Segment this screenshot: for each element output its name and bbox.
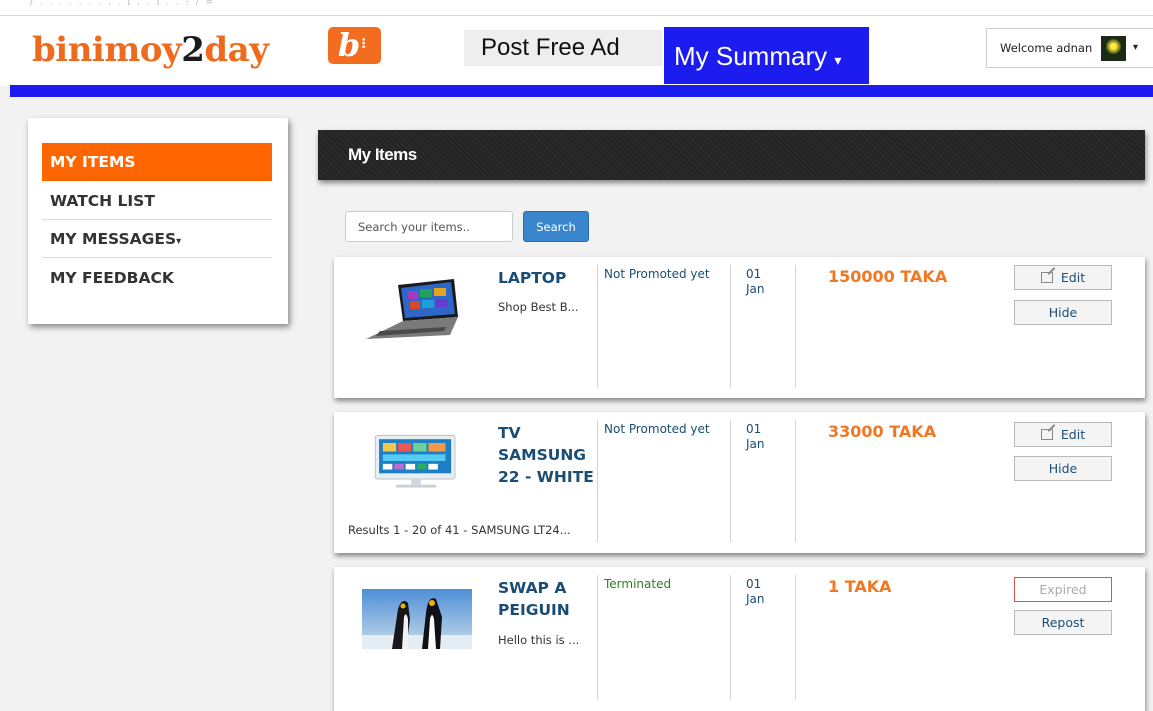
chevron-down-icon: ▾ [176,236,182,247]
item-description: Hello this is ... [498,633,580,647]
item-title[interactable]: SWAP A PEIGUIN [498,577,594,621]
avatar [1101,36,1126,61]
edit-icon [1040,429,1053,440]
my-summary-label: My Summary [674,41,828,71]
hide-button[interactable]: Hide [1014,300,1112,325]
logo-text-3: day [204,30,269,70]
sidebar-item-my-feedback[interactable]: MY FEEDBACK [42,259,272,297]
hide-button[interactable]: Hide [1014,456,1112,481]
logo-text-1: binimoy [32,30,182,70]
search-input[interactable] [345,211,513,242]
chevron-down-icon: ▾ [1133,42,1139,53]
penguin-image [362,589,472,649]
logo-badge-glyph: b [337,26,361,64]
post-free-ad-link[interactable]: Post Free Ad [464,30,662,66]
sidebar-item-watch-list[interactable]: WATCH LIST [42,182,272,220]
sidebar: MY ITEMS WATCH LIST MY MESSAGES▾ MY FEED… [28,118,288,324]
tv-image [374,434,456,488]
item-price: 150000 TAKA [828,267,948,286]
item-card: SWAP A PEIGUIN Hello this is ... Termina… [334,567,1145,711]
site-logo[interactable]: binimoy2day [32,30,269,70]
status-badge: Terminated [604,577,672,591]
sidebar-item-my-messages[interactable]: MY MESSAGES▾ [42,220,272,258]
logo-text-2: 2 [181,30,205,70]
logo-badge-icon[interactable]: b⠇ [328,27,381,64]
edit-button[interactable]: Edit [1014,422,1112,447]
edit-label: Edit [1060,427,1086,442]
laptop-image [366,279,458,339]
item-price: 33000 TAKA [828,422,937,441]
search-button[interactable]: Search [523,211,589,242]
sidebar-item-label: MY MESSAGES [50,230,177,248]
status-badge: Not Promoted yet [604,267,710,281]
my-summary-menu[interactable]: My Summary ▾ [664,27,869,84]
welcome-text: Welcome adnan [1000,41,1093,55]
item-date: 01 Jan [746,267,765,296]
item-description: Results 1 - 20 of 41 - SAMSUNG LT24... [348,523,571,537]
sidebar-item-my-items[interactable]: MY ITEMS [42,143,272,181]
edit-button[interactable]: Edit [1014,265,1112,290]
repost-button[interactable]: Repost [1014,610,1112,635]
page-title: My Items [318,130,1145,180]
item-date: 01 Jan [746,422,765,451]
item-title[interactable]: LAPTOP [498,267,594,289]
item-title[interactable]: TV SAMSUNG 22 - WHITE [498,422,594,488]
item-price: 1 TAKA [828,577,892,596]
edit-label: Edit [1060,270,1086,285]
edit-icon [1040,272,1053,283]
expired-button[interactable]: Expired [1014,577,1112,602]
browser-strip: / . . . . . . . . . l . . l . . : / = [0,0,1153,16]
item-date: 01 Jan [746,577,765,606]
item-card: LAPTOP Shop Best B... Not Promoted yet 0… [334,257,1145,398]
user-menu[interactable]: Welcome adnan ▾ [986,28,1153,68]
site-header: binimoy2day b⠇ Post Free Ad My Summary ▾… [0,16,1153,86]
header-divider-bar [10,85,1153,97]
item-description: Shop Best B... [498,300,579,314]
status-badge: Not Promoted yet [604,422,710,436]
item-card: TV SAMSUNG 22 - WHITE Results 1 - 20 of … [334,412,1145,553]
chevron-down-icon: ▾ [834,52,842,68]
